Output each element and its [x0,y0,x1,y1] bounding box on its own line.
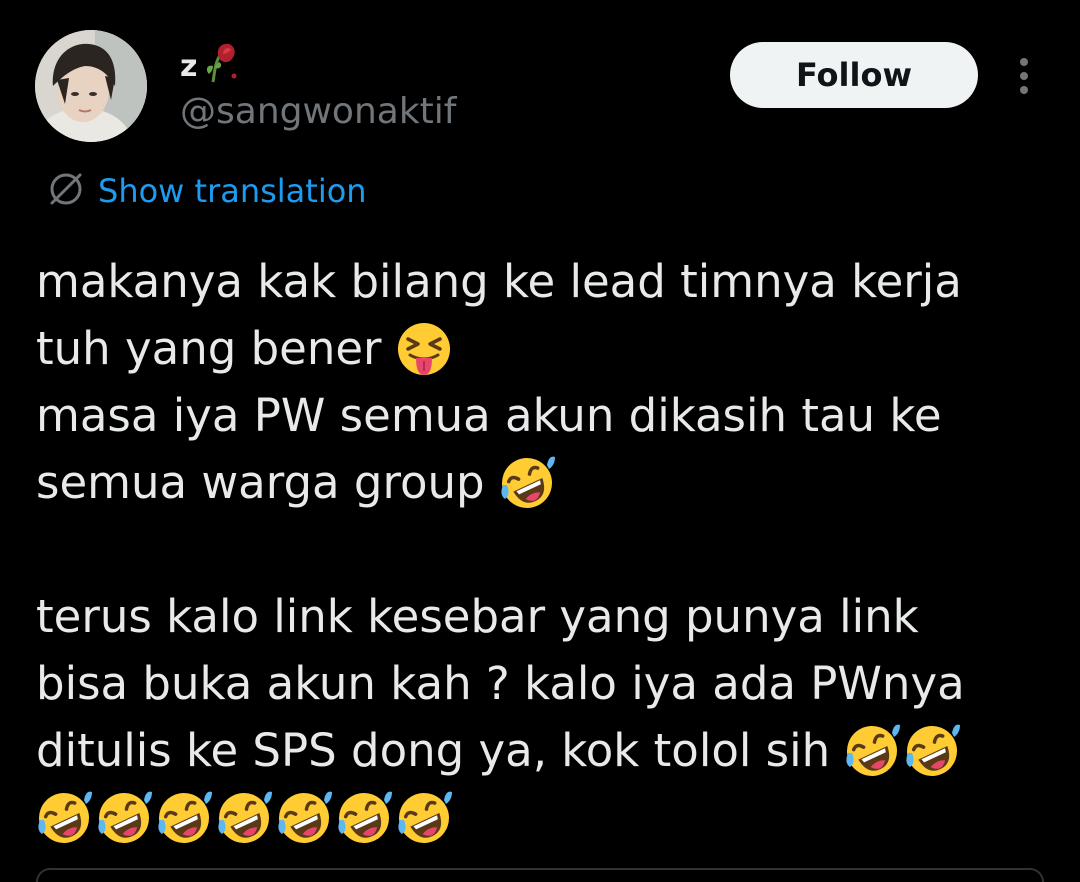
author-display-name[interactable]: z [180,43,241,88]
more-dot [1020,86,1028,94]
more-dot [1020,72,1028,80]
tweet-line: masa iya PW semua akun dikasih tau ke [36,382,1046,449]
tweet-line-text: semua warga group [36,456,485,509]
tweet-line-text: terus kalo link kesebar yang punya link [36,590,919,643]
tweet-line: terus kalo link kesebar yang punya link [36,583,1046,650]
tweet-line-text: bisa buka akun kah ? kalo iya ada PWnya [36,657,965,710]
globe-icon [46,169,86,213]
rolling-on-floor-laughing-emoji [276,789,332,846]
more-dot [1020,58,1028,66]
rolling-on-floor-laughing-emoji [498,454,555,511]
tweet-line-text: tuh yang bener [36,322,382,375]
tweet-line: ditulis ke SPS dong ya, kok tolol sih [36,717,1046,784]
tweet-line-text: masa iya PW semua akun dikasih tau ke [36,389,942,442]
tweet-line [36,784,1046,851]
show-translation-label: Show translation [98,172,367,210]
tweet-line: makanya kak bilang ke lead timnya kerja [36,248,1046,315]
author-name-text: z [180,48,198,84]
tweet-line-text: makanya kak bilang ke lead timnya kerja [36,255,962,308]
squinting-face-with-tongue-emoji [396,321,452,377]
card-divider [36,868,1044,882]
rolling-on-floor-laughing-emoji [216,789,272,846]
tweet-line: tuh yang bener [36,315,1046,382]
avatar-photo [35,30,147,142]
tweet-line: bisa buka akun kah ? kalo iya ada PWnya [36,650,1046,717]
author-handle[interactable]: @sangwonaktif [180,90,456,134]
tweet-text: makanya kak bilang ke lead timnya kerja … [36,248,1046,851]
tweet-line-text: ditulis ke SPS dong ya, kok tolol sih [36,724,831,777]
show-translation-link[interactable]: Show translation [46,166,367,216]
tweet-line: semua warga group [36,449,1046,516]
rolling-on-floor-laughing-emoji [396,789,452,846]
follow-button[interactable]: Follow [730,42,978,108]
rolling-on-floor-laughing-emoji [156,789,212,846]
rolling-on-floor-laughing-emoji [96,789,152,846]
emoji-group [840,722,961,779]
rolling-on-floor-laughing-emoji [904,722,961,779]
rolling-on-floor-laughing-emoji [844,722,901,779]
rolling-on-floor-laughing-emoji [336,789,392,846]
rolling-on-floor-laughing-emoji [36,789,92,846]
avatar[interactable] [35,30,147,142]
emoji-group [32,789,452,846]
more-vertical-icon[interactable] [1004,54,1044,98]
wilted-rose-emoji [201,40,241,92]
